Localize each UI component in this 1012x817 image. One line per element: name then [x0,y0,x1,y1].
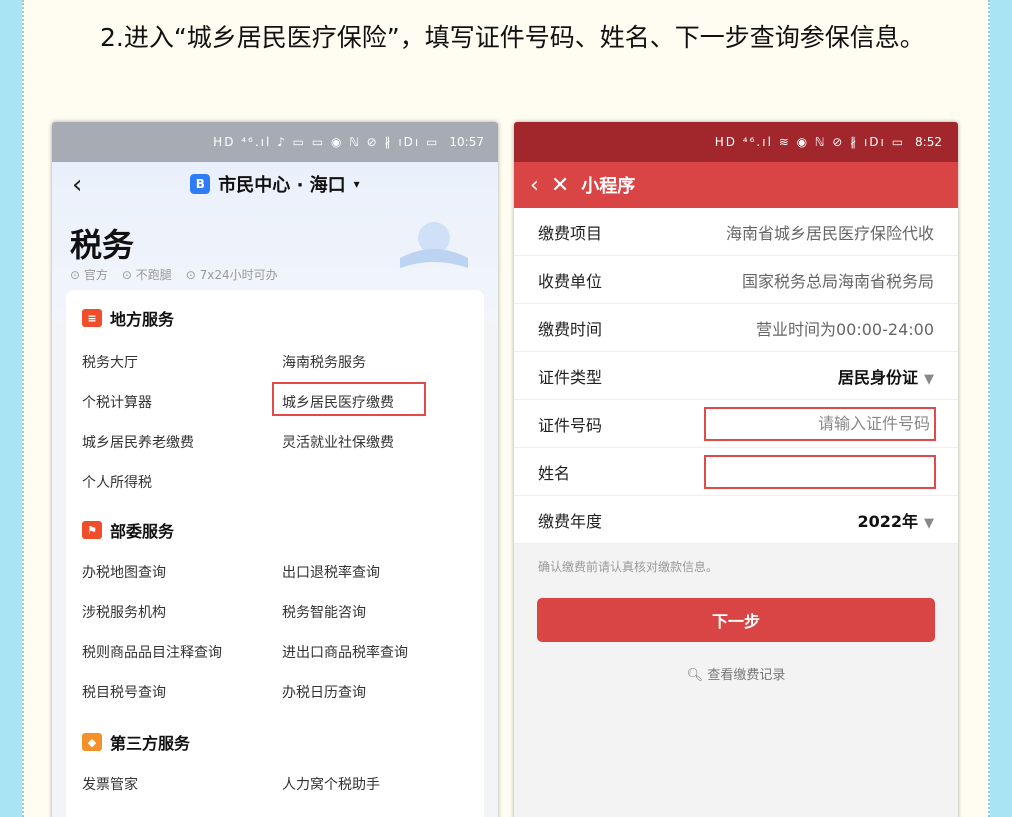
right-phone-screenshot: HD ⁴⁶.ıl ≋ ◉ ℕ ⊘ ∦ ıDı ▭ 8:52 ‹ ✕ 小程序 缴费… [514,122,958,817]
local-service-icon: ≡ [82,309,102,327]
name-label: 姓名 [538,463,571,483]
intro-paragraph: 2.进入“城乡居民医疗保险”，填写证件号码、姓名、下一步查询参保信息。 [100,23,925,52]
row-collecting-unit: 收费单位 国家税务总局海南省税务局 [514,256,958,304]
back-icon[interactable]: ‹ [530,173,539,198]
service-smart-consult[interactable]: 税务智能咨询 [282,602,366,622]
service-tax-hall[interactable]: 税务大厅 [82,352,138,372]
service-pension-payment[interactable]: 城乡居民养老缴费 [82,432,194,452]
mini-program-nav: ‹ ✕ 小程序 [514,162,958,208]
row-id-number: 证件号码 [514,400,958,448]
tag-24h: 7x24小时可办 [186,266,278,283]
highlight-box [272,382,426,416]
service-hr-tax-helper[interactable]: 人力窝个税助手 [282,774,380,794]
verify-note: 确认缴费前请认真核对缴款信息。 [538,560,719,574]
service-tax-code[interactable]: 税目税号查询 [82,682,166,702]
status-bar: HD ⁴⁶.ıl ♪ ▭ ▭ ◉ ℕ ⊘ ∦ ıDı ▭ 10:57 [52,122,498,162]
id-type-select[interactable]: 居民身份证 ▼ [838,364,934,388]
ministry-service-icon: ⚑ [82,521,102,539]
service-flexible-insurance[interactable]: 灵活就业社保缴费 [282,432,394,452]
service-income-tax[interactable]: 个人所得税 [82,472,152,492]
status-time: 10:57 [449,135,484,149]
city-badge-icon: B [190,174,211,194]
search-icon: 🔍︎ [686,668,704,683]
service-invoice-manager[interactable]: 发票管家 [82,774,138,794]
id-number-label: 证件号码 [538,415,603,435]
collecting-unit-value: 国家税务总局海南省税务局 [741,271,934,291]
handshake-icon: ◆ [82,733,102,751]
row-id-type[interactable]: 证件类型 居民身份证 ▼ [514,352,958,400]
row-name: 姓名 [514,448,958,496]
row-payment-item: 缴费项目 海南省城乡居民医疗保险代收 [514,208,958,256]
view-records-link[interactable]: 🔍︎ 查看缴费记录 [514,664,958,683]
back-icon[interactable]: ‹ [72,170,82,200]
row-payment-year[interactable]: 缴费年度 2022年 ▼ [514,496,958,544]
payment-year-label: 缴费年度 [538,511,603,531]
section-title: 部委服务 [110,522,175,541]
status-time: 8:52 [915,135,942,149]
payment-time-value: 营业时间为00:00-24:00 [756,319,934,339]
section-local: ≡ 地方服务 [82,306,174,330]
section-title: 地方服务 [110,310,175,329]
next-step-button[interactable]: 下一步 [537,598,935,642]
service-tax-agencies[interactable]: 涉税服务机构 [82,602,166,622]
status-bar: HD ⁴⁶.ıl ≋ ◉ ℕ ⊘ ∦ ıDı ▭ 8:52 [514,122,958,162]
payment-year-value: 2022年 [857,511,918,531]
city-selector[interactable]: B 市民中心 · 海口 ▾ [190,171,360,197]
chevron-down-icon: ▼ [924,371,934,387]
hands-illustration-icon [400,222,468,268]
left-phone-screenshot: HD ⁴⁶.ıl ♪ ▭ ▭ ◉ ℕ ⊘ ∦ ıDı ▭ 10:57 ‹ B 市… [52,122,498,817]
city-title: 市民中心 · 海口 [218,175,346,196]
collecting-unit-label: 收费单位 [538,271,603,291]
close-icon[interactable]: ✕ [551,173,569,198]
service-tariff-notes[interactable]: 税则商品品目注释查询 [82,642,222,662]
nav-title: 小程序 [581,176,636,197]
payment-item-label: 缴费项目 [538,223,603,243]
id-number-input[interactable] [704,406,936,441]
page-title: 税务 [70,226,135,264]
name-input[interactable] [704,454,936,489]
id-type-label: 证件类型 [538,367,603,387]
service-export-rebate[interactable]: 出口退税率查询 [282,562,380,582]
article-page: 2.进入“城乡居民医疗保险”，填写证件号码、姓名、下一步查询参保信息。 HD ⁴… [22,0,990,817]
row-payment-time: 缴费时间 营业时间为00:00-24:00 [514,304,958,352]
status-icons: HD ⁴⁶.ıl ♪ ▭ ▭ ◉ ℕ ⊘ ∦ ıDı ▭ [213,135,440,149]
service-tax-calculator[interactable]: 个税计算器 [82,392,152,412]
feature-tags: 官方 不跑腿 7x24小时可办 [70,266,278,283]
payment-time-label: 缴费时间 [538,319,603,339]
service-hainan-tax[interactable]: 海南税务服务 [282,352,366,372]
chevron-down-icon: ▼ [924,515,934,531]
tag-no-visit: 不跑腿 [122,266,172,283]
top-nav: ‹ B 市民中心 · 海口 ▾ [52,162,498,206]
payment-year-select[interactable]: 2022年 ▼ [857,508,934,532]
service-card: ≡ 地方服务 税务大厅 海南税务服务 个税计算器 城乡居民医疗缴费 城乡居民养老… [66,290,484,817]
section-third-party: ◆ 第三方服务 [82,730,190,754]
id-type-value: 居民身份证 [837,367,918,387]
view-records-label: 查看缴费记录 [707,668,786,683]
payment-item-value: 海南省城乡居民医疗保险代收 [725,223,934,243]
chevron-down-icon: ▾ [353,177,360,191]
service-tax-calendar[interactable]: 办税日历查询 [282,682,366,702]
section-title: 第三方服务 [110,734,191,753]
service-tax-map[interactable]: 办税地图查询 [82,562,166,582]
tag-official: 官方 [70,266,108,283]
service-import-export-rate[interactable]: 进出口商品税率查询 [282,642,408,662]
status-icons: HD ⁴⁶.ıl ≋ ◉ ℕ ⊘ ∦ ıDı ▭ [714,135,906,149]
payment-form: 缴费项目 海南省城乡居民医疗保险代收 收费单位 国家税务总局海南省税务局 缴费时… [514,208,958,544]
section-ministry: ⚑ 部委服务 [82,518,174,542]
